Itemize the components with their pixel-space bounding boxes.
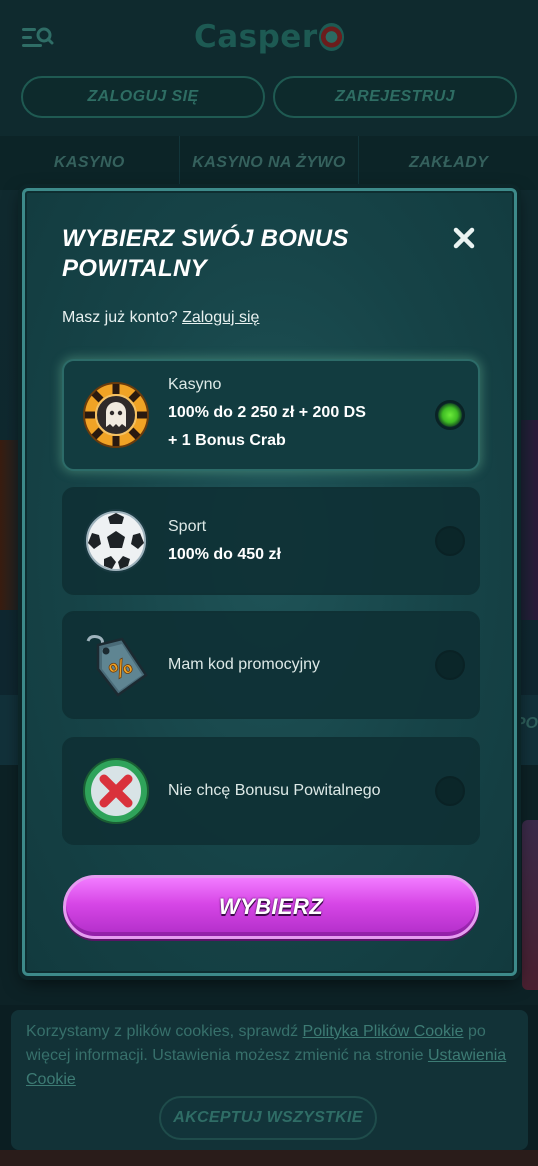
option-title: Nie chcę Bonusu Powitalnego bbox=[168, 782, 381, 799]
option-description-line-2: + 1 Bonus Crab bbox=[168, 432, 286, 449]
bonus-option-casino[interactable]: Kasyno 100% do 2 250 zł + 200 DS + 1 Bon… bbox=[62, 359, 480, 471]
radio-unselected[interactable] bbox=[435, 526, 465, 556]
cookie-text-part-1: Korzystamy z plików cookies, sprawdź bbox=[26, 1023, 299, 1040]
cookie-text: Korzystamy z plików cookies, sprawdź Pol… bbox=[26, 1020, 521, 1092]
option-description: 100% do 450 zł bbox=[168, 546, 281, 563]
tab-casino[interactable]: KASYNO bbox=[0, 136, 180, 190]
login-link[interactable]: Zaloguj się bbox=[182, 309, 259, 326]
option-text: Nie chcę Bonusu Powitalnego bbox=[168, 777, 381, 805]
login-prompt-text: Masz już konto? bbox=[62, 309, 178, 326]
promo-tag-icon: % bbox=[82, 631, 150, 699]
tab-sports-betting[interactable]: ZAKŁADY bbox=[359, 136, 538, 190]
radio-unselected[interactable] bbox=[435, 776, 465, 806]
no-bonus-icon bbox=[82, 757, 150, 825]
cookie-banner: Korzystamy z plików cookies, sprawdź Pol… bbox=[11, 1010, 528, 1150]
option-text: Mam kod promocyjny bbox=[168, 651, 320, 679]
option-title: Sport bbox=[168, 518, 207, 535]
close-icon[interactable] bbox=[451, 225, 477, 251]
accept-all-cookies-button[interactable]: AKCEPTUJ WSZYSTKIE bbox=[159, 1096, 377, 1140]
welcome-bonus-modal: WYBIERZ SWÓJ BONUS POWITALNY Masz już ko… bbox=[22, 188, 517, 976]
game-thumbnails-row bbox=[0, 1150, 538, 1166]
menu-search-icon[interactable] bbox=[20, 24, 54, 52]
tab-live-casino[interactable]: KASYNO NA ŻYWO bbox=[180, 136, 360, 190]
bonus-option-promo-code[interactable]: % Mam kod promocyjny bbox=[62, 611, 480, 719]
modal-title-line-2: POWITALNY bbox=[62, 255, 207, 282]
bonus-option-no-bonus[interactable]: Nie chcę Bonusu Powitalnego bbox=[62, 737, 480, 845]
bonus-option-sport[interactable]: Sport 100% do 450 zł bbox=[62, 487, 480, 595]
login-button[interactable]: ZALOGUJ SIĘ bbox=[21, 76, 265, 118]
logo-chip-icon bbox=[318, 23, 344, 51]
radio-unselected[interactable] bbox=[435, 650, 465, 680]
cookie-policy-link[interactable]: Polityka Plików Cookie bbox=[303, 1023, 464, 1040]
soccer-ball-icon bbox=[82, 507, 150, 575]
login-prompt: Masz już konto? Zaloguj się bbox=[62, 309, 259, 327]
logo-text: Casper bbox=[194, 19, 318, 55]
category-strip-label: PO bbox=[514, 715, 538, 732]
site-header: Casper ZALOGUJ SIĘ ZAREJESTRUJ bbox=[0, 0, 538, 136]
option-text: Kasyno 100% do 2 250 zł + 200 DS + 1 Bon… bbox=[168, 371, 366, 455]
register-button[interactable]: ZAREJESTRUJ bbox=[273, 76, 517, 118]
radio-selected[interactable] bbox=[435, 400, 465, 430]
main-nav: KASYNO KASYNO NA ŻYWO ZAKŁADY bbox=[0, 136, 538, 190]
option-text: Sport 100% do 450 zł bbox=[168, 513, 281, 569]
casper-logo[interactable]: Casper bbox=[194, 16, 344, 58]
modal-title: WYBIERZ SWÓJ BONUS POWITALNY bbox=[62, 224, 422, 284]
option-title: Kasyno bbox=[168, 376, 222, 393]
choose-button[interactable]: WYBIERZ bbox=[63, 875, 479, 939]
game-card[interactable] bbox=[522, 820, 538, 990]
modal-title-line-1: WYBIERZ SWÓJ BONUS bbox=[62, 225, 349, 252]
option-description: 100% do 2 250 zł + 200 DS bbox=[168, 404, 366, 421]
option-title: Mam kod promocyjny bbox=[168, 656, 321, 673]
casino-chip-icon bbox=[82, 381, 150, 449]
